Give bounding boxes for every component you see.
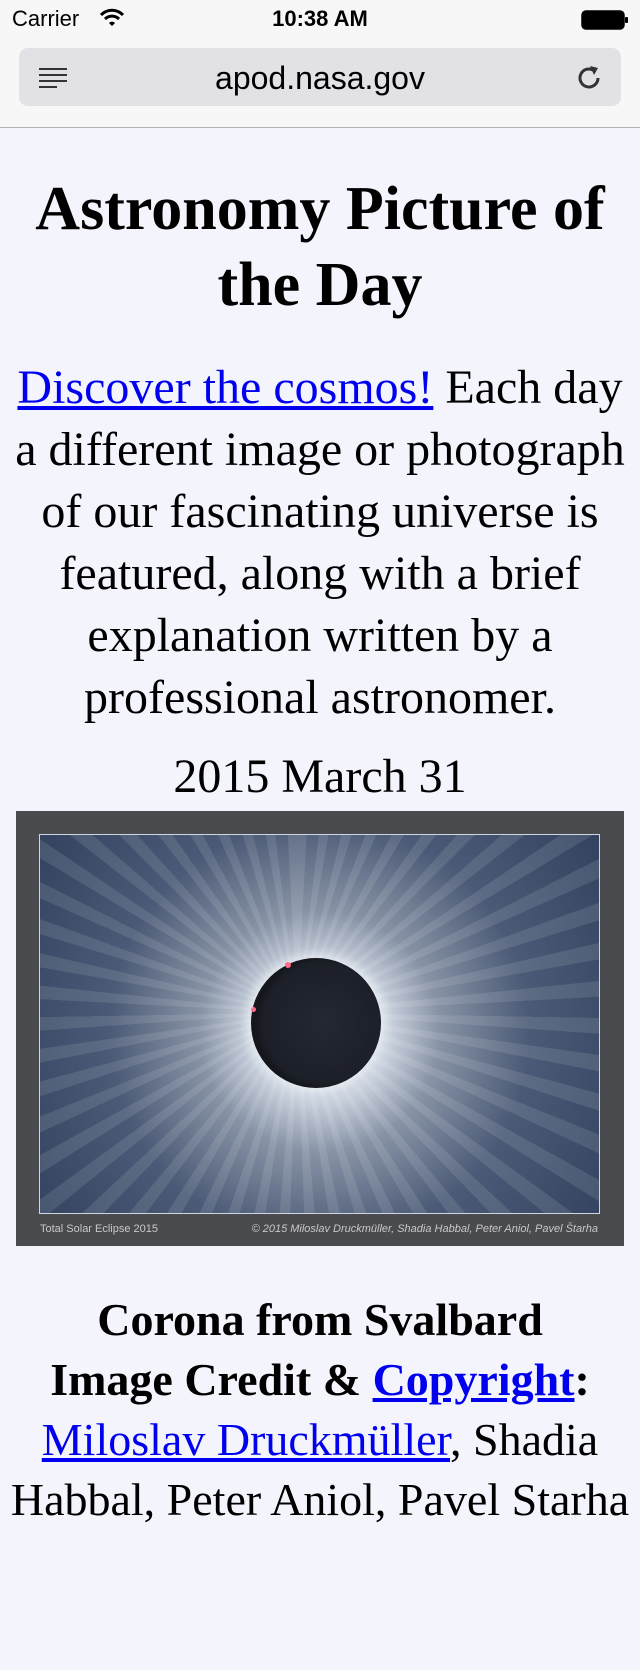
reload-icon[interactable] xyxy=(573,62,605,94)
apod-date: 2015 March 31 xyxy=(173,750,467,803)
picture-title: Corona from Svalbard xyxy=(97,1294,543,1345)
credit-label: Image Credit & xyxy=(50,1354,373,1405)
url-text[interactable]: apod.nasa.gov xyxy=(19,60,621,97)
author-link[interactable]: Miloslav Druckmüller xyxy=(42,1414,450,1465)
prominence xyxy=(285,962,291,968)
discover-link[interactable]: Discover the cosmos! xyxy=(17,361,433,414)
clock: 10:38 AM xyxy=(272,6,368,31)
page-content: Astronomy Picture of the Day Discover th… xyxy=(0,129,640,1530)
status-bar: Carrier 10:38 AM xyxy=(0,0,640,40)
page-title: Astronomy Picture of the Day xyxy=(35,175,605,319)
moon-disc xyxy=(251,958,381,1088)
image-copyright: © 2015 Miloslav Druckmüller, Shadia Habb… xyxy=(251,1223,598,1235)
intro-paragraph: Discover the cosmos! Each day a differen… xyxy=(12,357,628,729)
credit-colon: : xyxy=(574,1354,590,1405)
intro-text: Each day a different image or photograph… xyxy=(15,361,625,724)
image-caption: Total Solar Eclipse 2015 xyxy=(40,1223,159,1235)
eclipse-photo xyxy=(39,834,600,1214)
address-bar[interactable]: apod.nasa.gov xyxy=(19,48,621,106)
image-credit: Image Credit & Copyright: Miloslav Druck… xyxy=(10,1350,630,1530)
apod-image[interactable]: Total Solar Eclipse 2015 © 2015 Miloslav… xyxy=(16,811,624,1246)
prominence xyxy=(251,1007,256,1012)
browser-navbar: apod.nasa.gov xyxy=(0,40,640,128)
battery-icon xyxy=(581,10,628,30)
copyright-link[interactable]: Copyright xyxy=(373,1354,575,1405)
